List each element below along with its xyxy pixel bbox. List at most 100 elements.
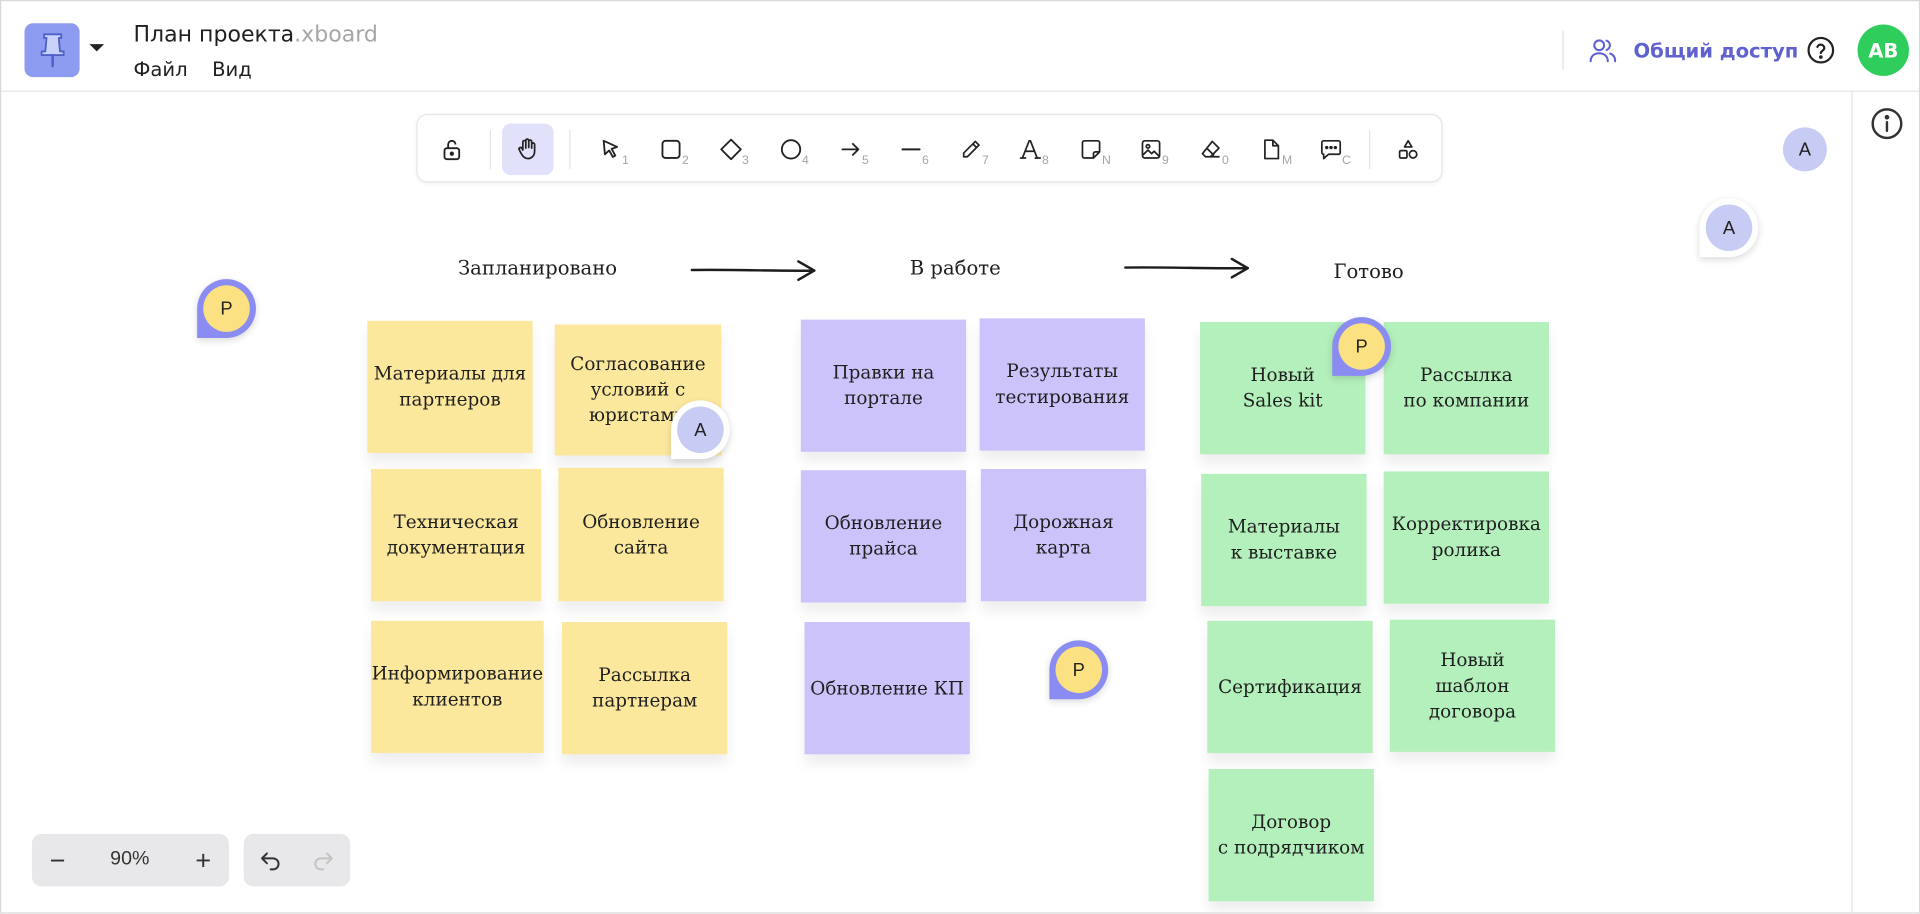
sticky-note[interactable]: Обновление сайта [558,467,724,602]
arrow-right-icon [841,142,860,156]
sticky-note[interactable]: Материалы для партнеров [367,320,533,454]
app-logo[interactable] [24,23,80,78]
tool-shapes-library[interactable] [1382,124,1433,175]
menu-view[interactable]: Вид [212,58,252,81]
toolbar-divider [569,129,571,169]
comment-icon [1320,139,1342,160]
tool-document[interactable]: M [1245,124,1296,175]
sticky-note[interactable]: Рассылка по компании [1383,322,1549,455]
comment-pin-initial: P [1338,323,1385,370]
column-title-planned[interactable]: Запланировано [458,256,617,279]
tool-hotkey: 0 [1222,154,1229,168]
comment-pin-initial: P [1055,646,1103,694]
sticky-note[interactable]: Новый шаблон договора [1389,619,1556,752]
comment-pin-initial: A [677,406,724,454]
tool-pencil[interactable]: 7 [945,124,996,175]
tool-hotkey: 5 [862,154,869,168]
app-root: План проекта.xboard Файл Вид Общий досту… [0,0,1920,914]
board-canvas[interactable]: 1 2 3 4 5 6 7 8 N 9 0 M C Запланировано … [1,91,1852,913]
document-icon [1264,139,1280,160]
circle-icon [780,139,802,160]
share-label: Общий доступ [1633,38,1799,62]
column-title-in-progress[interactable]: В работе [910,256,1001,279]
comment-pin[interactable]: A [671,400,730,460]
sticky-note[interactable]: Правки на портале [800,319,967,452]
tool-hotkey: 2 [682,154,689,168]
user-avatar[interactable]: AB [1857,24,1909,76]
undo-icon[interactable] [258,847,282,871]
tool-hotkey: 1 [622,154,629,168]
tool-hotkey: 6 [922,154,929,168]
tool-diamond[interactable]: 3 [705,124,756,175]
sticky-note[interactable]: Техническая документация [371,468,542,602]
flow-arrow[interactable] [1123,255,1253,282]
document-title[interactable]: План проекта.xboard [133,22,377,48]
zoom-in-button[interactable]: + [178,834,229,887]
tool-comment[interactable]: C [1305,124,1356,175]
document-name: План проекта [133,22,295,48]
toolbar-divider [489,129,492,169]
share-button[interactable]: Общий доступ [1588,36,1798,65]
menu-file[interactable]: Файл [133,58,187,81]
sticky-note[interactable]: Материалы к выставке [1201,473,1367,607]
comment-pin-initial: P [203,285,250,332]
sticky-note[interactable]: Сертификация [1207,620,1373,754]
tool-ellipse[interactable]: 4 [765,124,816,175]
comment-pin-initial: A [1705,204,1753,252]
comment-pin[interactable]: P [1049,640,1109,700]
flow-arrow[interactable] [689,257,819,284]
tool-eraser[interactable]: 0 [1185,124,1236,175]
tool-hand[interactable] [502,123,554,176]
history-control [243,833,351,887]
comment-pin[interactable]: A [1699,198,1759,258]
tool-line[interactable]: 6 [885,124,936,175]
zoom-control: − 90% + [31,833,229,887]
app-menu-caret-icon[interactable] [89,44,105,52]
collaborator-cursor[interactable]: A [1782,127,1827,172]
tool-lock[interactable] [426,124,477,175]
tool-hotkey: 4 [802,154,809,168]
sticky-note[interactable]: Дорожная карта [980,468,1147,602]
toolbar-divider [1368,129,1371,169]
sticky-note[interactable]: Информирование клиентов [371,620,544,754]
eraser-icon [1201,140,1220,158]
users-icon [1589,39,1617,63]
whiteboard-window: План проекта.xboard Файл Вид Общий досту… [0,0,1920,914]
help-icon[interactable] [1806,36,1835,65]
rectangle-icon [661,139,681,159]
unlock-icon [443,139,461,161]
sticky-note[interactable]: Обновление КП [804,622,970,755]
tool-image[interactable]: 9 [1125,124,1176,175]
sticky-note-icon [1081,139,1101,159]
tool-select[interactable]: 1 [585,124,636,175]
diamond-icon [720,138,742,161]
sticky-note[interactable]: Рассылка партнерам [562,622,728,755]
app-header: План проекта.xboard Файл Вид Общий досту… [1,1,1919,92]
tool-hotkey: 7 [982,154,989,168]
shapes-icon [1398,139,1418,159]
tool-arrow[interactable]: 5 [825,124,876,175]
tool-rectangle[interactable]: 2 [645,124,696,175]
tool-sticky-note[interactable]: N [1065,124,1116,175]
tool-text[interactable]: 8 [1005,124,1056,175]
info-icon[interactable] [1870,107,1904,141]
sticky-note[interactable]: Результаты тестирования [979,318,1145,451]
tool-hotkey: 3 [742,154,749,168]
drawing-toolbar: 1 2 3 4 5 6 7 8 N 9 0 M C [416,113,1443,183]
sticky-note[interactable]: Корректировка ролика [1383,471,1549,604]
zoom-level: 90% [110,848,150,870]
pencil-icon [962,140,980,158]
header-divider [1562,30,1564,70]
sticky-note[interactable]: Договор с подрядчиком [1208,768,1374,902]
comment-pin[interactable]: P [1332,317,1392,376]
menu-bar: Файл Вид [133,58,251,81]
hand-icon [518,138,536,160]
redo-icon[interactable] [311,847,335,871]
tool-hotkey: N [1102,154,1111,168]
line-icon [901,148,921,151]
zoom-out-button[interactable]: − [32,834,83,887]
text-icon [1019,139,1042,159]
sticky-note[interactable]: Обновление прайса [800,470,967,603]
column-title-done[interactable]: Готово [1333,260,1403,283]
comment-pin[interactable]: P [197,279,256,338]
